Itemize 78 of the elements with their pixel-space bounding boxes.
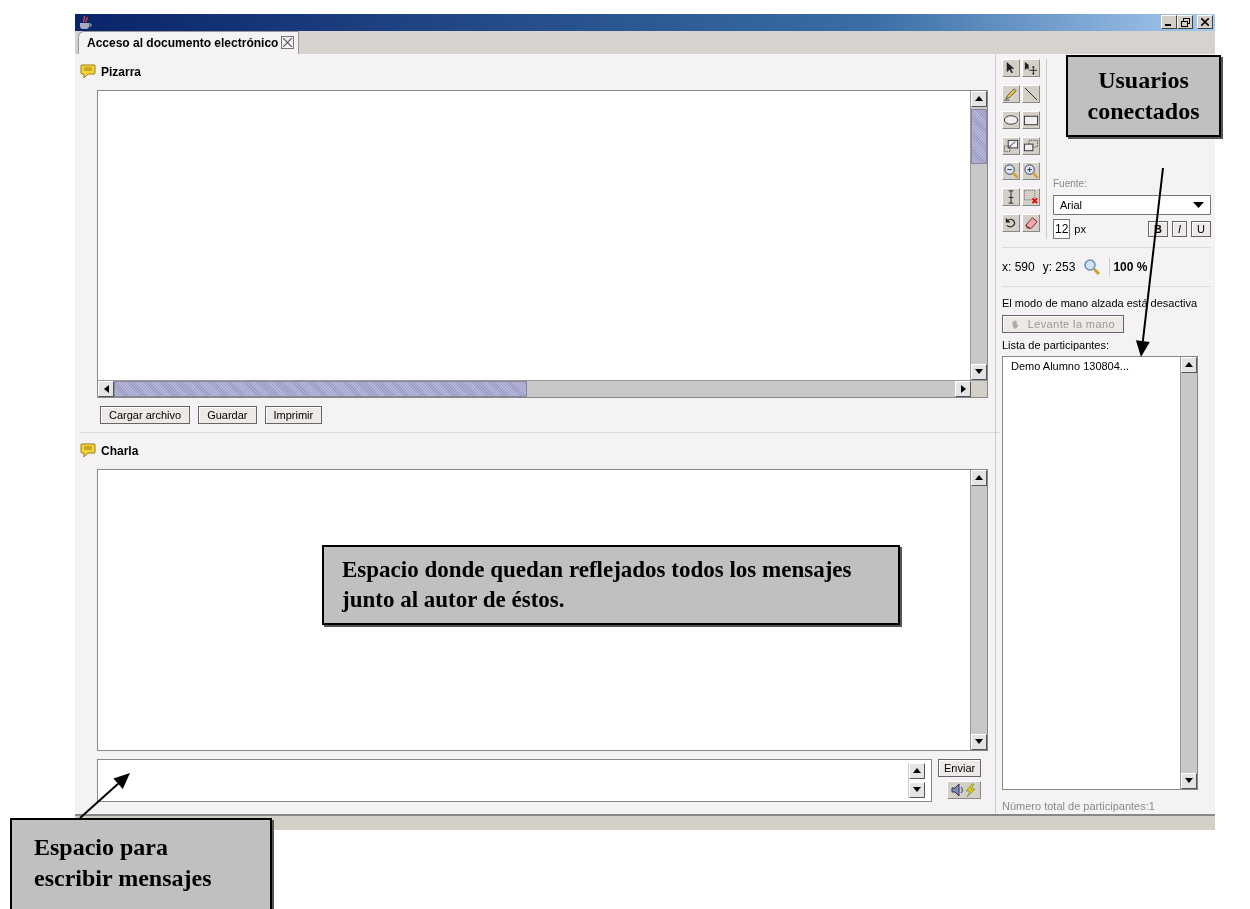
section-title: Charla (101, 442, 139, 460)
pencil-icon (1003, 85, 1019, 102)
document-tab[interactable]: Acceso al documento electrónico (78, 30, 300, 54)
down-arrow-icon (975, 369, 983, 375)
up-arrow-icon (975, 475, 983, 481)
scroll-down-button[interactable] (971, 733, 987, 750)
annotation-callout: Espacio para escribir mensajes (10, 818, 272, 909)
down-arrow-icon (975, 739, 983, 745)
restore-icon (1180, 17, 1190, 27)
image-resize-icon (1003, 137, 1019, 154)
zoom-out-icon (1003, 163, 1019, 180)
font-label: Fuente: (1053, 176, 1088, 191)
text-cursor-tool[interactable] (1002, 188, 1020, 207)
participant-item[interactable]: Demo Alumno 130804... (1011, 356, 1180, 375)
down-arrow-icon (1185, 778, 1193, 784)
move-arrow-icon (1023, 59, 1039, 76)
x-coordinate: x: 590 (1002, 258, 1035, 276)
pointer-arrow-tool[interactable] (1002, 58, 1020, 77)
scrollbar-thumb[interactable] (114, 380, 527, 397)
zoom-in-tool[interactable] (1022, 162, 1040, 181)
move-arrow-tool[interactable] (1022, 58, 1040, 77)
annotation-callout: Usuarios conectados (1066, 55, 1221, 138)
copy-shape-icon (1023, 137, 1039, 154)
zoom-icon[interactable] (1083, 257, 1102, 276)
message-input-field[interactable] (97, 758, 932, 802)
participants-label: Lista de participantes: (1002, 338, 1110, 354)
vertical-scrollbar[interactable] (970, 90, 987, 380)
eraser-icon (1023, 215, 1039, 232)
zoom-out-tool[interactable] (1002, 162, 1020, 181)
up-arrow-icon (913, 768, 921, 774)
minimize-button[interactable] (1161, 15, 1177, 30)
java-cup-icon (77, 14, 93, 31)
size-unit: px (1074, 221, 1086, 237)
zoom-level: 100 % (1109, 257, 1148, 276)
scrollbar-corner (971, 380, 987, 397)
y-coordinate: y: 253 (1042, 258, 1076, 276)
font-dropdown[interactable]: Arial (1053, 194, 1211, 215)
scrollbar-thumb[interactable] (971, 108, 987, 164)
italic-button[interactable]: I (1172, 220, 1188, 237)
speech-bubble-icon (80, 443, 96, 459)
toolbar-button[interactable]: Imprimir (264, 405, 323, 424)
up-arrow-icon (975, 96, 983, 102)
pointer-arrow (79, 773, 130, 819)
close-icon (1201, 18, 1209, 27)
delete-selection-icon (1023, 189, 1039, 206)
ellipse-tool[interactable] (1002, 110, 1020, 129)
down-arrow-icon (913, 787, 921, 793)
font-size-field[interactable]: 12 (1053, 218, 1071, 239)
left-arrow-icon (103, 384, 109, 393)
speech-bubble-icon (80, 64, 96, 80)
underline-button[interactable]: U (1191, 220, 1211, 237)
scroll-up-button[interactable] (1181, 356, 1197, 373)
toolbar-button[interactable]: Cargar archivo (100, 405, 191, 424)
scroll-down-button[interactable] (1181, 772, 1197, 789)
annotation-callout: Espacio donde quedan reflejados todos los mensajes junto al autor de éstos. (322, 545, 900, 625)
audio-button[interactable] (947, 780, 982, 799)
zoom-in-icon (1023, 163, 1039, 180)
line-tool[interactable] (1022, 84, 1040, 103)
toolbar-button[interactable]: Guardar (198, 405, 257, 424)
right-arrow-icon (960, 384, 966, 393)
undo-tool[interactable] (1002, 214, 1020, 233)
dropdown-arrow-icon (1193, 201, 1204, 208)
pencil-tool[interactable] (1002, 84, 1020, 103)
send-button[interactable]: Enviar (938, 758, 982, 777)
close-button[interactable] (1197, 15, 1213, 30)
eraser-tool[interactable] (1022, 214, 1040, 233)
close-tab-icon[interactable] (281, 36, 295, 50)
section-title: Pizarra (101, 63, 142, 81)
participants-total: Número total de participantes:1 (1002, 798, 1156, 814)
line-icon (1023, 85, 1039, 102)
copy-shape-tool[interactable] (1022, 136, 1040, 155)
up-arrow-icon (1185, 362, 1193, 368)
scroll-up-button[interactable] (971, 469, 987, 486)
rectangle-tool[interactable] (1022, 110, 1040, 129)
maximize-button[interactable] (1177, 15, 1193, 30)
delete-selection-tool[interactable] (1022, 188, 1040, 207)
image-resize-tool[interactable] (1002, 136, 1020, 155)
horizontal-scrollbar[interactable] (98, 379, 987, 397)
